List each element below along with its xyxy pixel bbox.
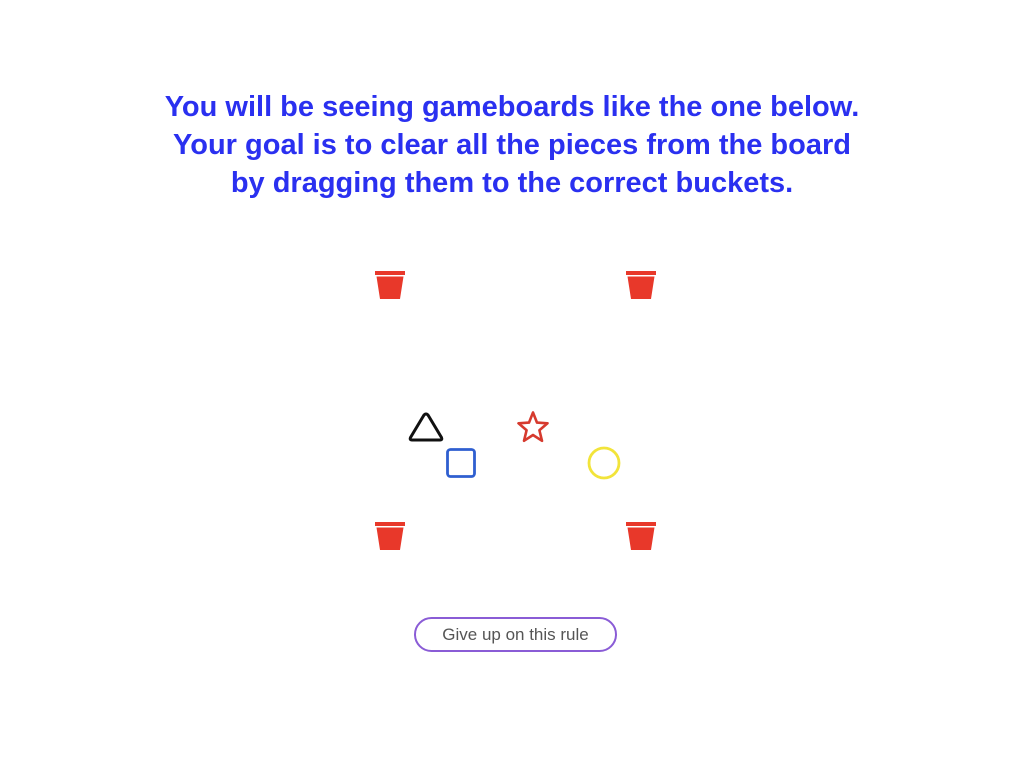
bucket-bottom-left[interactable] bbox=[373, 518, 407, 552]
blue-square-piece[interactable] bbox=[444, 446, 478, 480]
bucket-icon bbox=[626, 271, 656, 299]
give-up-button[interactable]: Give up on this rule bbox=[414, 617, 617, 652]
yellow-circle-piece[interactable] bbox=[586, 445, 622, 481]
red-star-piece[interactable] bbox=[515, 410, 551, 444]
gameboard bbox=[0, 0, 1024, 768]
black-triangle-piece[interactable] bbox=[407, 410, 445, 444]
bucket-icon bbox=[375, 522, 405, 550]
bucket-icon bbox=[375, 271, 405, 299]
bucket-top-right[interactable] bbox=[624, 267, 658, 301]
bucket-top-left[interactable] bbox=[373, 267, 407, 301]
bucket-bottom-right[interactable] bbox=[624, 518, 658, 552]
bucket-icon bbox=[626, 522, 656, 550]
